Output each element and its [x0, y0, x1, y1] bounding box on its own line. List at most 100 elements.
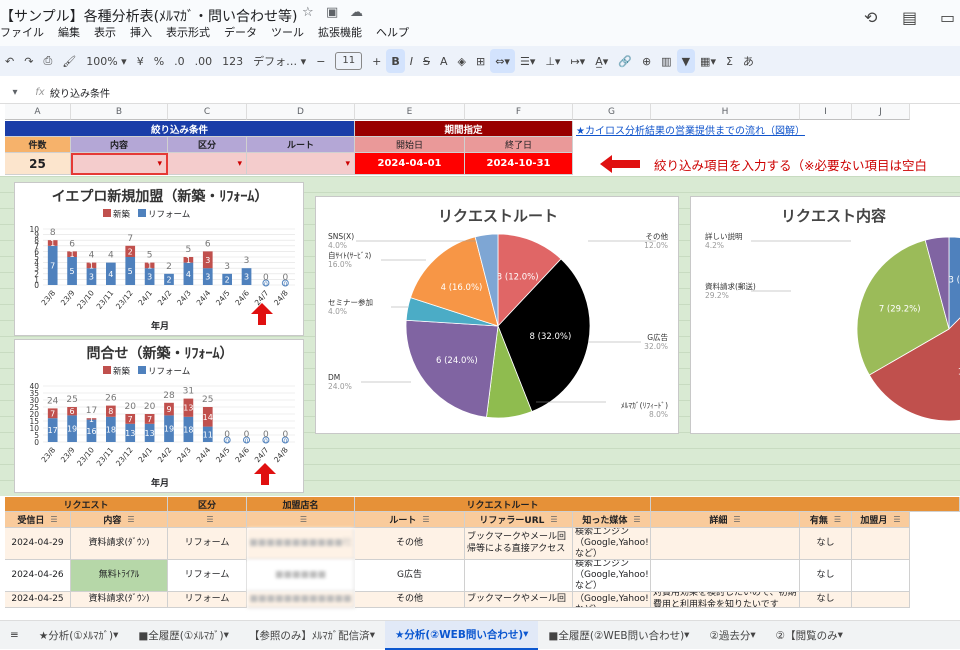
table-cell-date[interactable]: 2024-04-26 — [5, 560, 71, 592]
chevron-down-icon[interactable]: ▾ — [838, 629, 843, 641]
end-date[interactable]: 2024-10-31 — [465, 153, 573, 175]
functions-icon[interactable]: Σ — [721, 49, 738, 73]
table-cell-store[interactable]: ■■■■■■■■■■■■ — [247, 592, 355, 608]
menu-item-4[interactable]: 表示形式 — [166, 24, 210, 42]
filter-icon[interactable]: ☰ — [550, 515, 557, 524]
input-tools-icon[interactable]: あ — [738, 49, 759, 73]
table-cell-store[interactable]: ■■■■■■ — [247, 560, 355, 592]
table-cell-media[interactable]: 検索エンジン（Google,Yahoo!など） — [573, 528, 651, 560]
table-cell-detail[interactable] — [651, 560, 800, 592]
star-icon[interactable]: ☆ — [302, 5, 314, 20]
sheet-tab-3[interactable]: ★分析(②WEB問い合わせ) ▾ — [384, 620, 539, 650]
table-cell-ref[interactable] — [465, 560, 573, 592]
menu-item-7[interactable]: 拡張機能 — [318, 24, 362, 42]
table-cell-media[interactable]: 検索エンジン（Google,Yahoo!など） — [573, 592, 651, 608]
sheet-tab-6[interactable]: ②【閲覧のみ ▾ — [766, 621, 853, 650]
chart-panel-content[interactable]: リクエスト内容 3 (12.5%)13 (54.2%)7 (29.2%)資料請求… — [690, 196, 960, 434]
chevron-down-icon[interactable]: ▾ — [370, 629, 375, 641]
column-header-D[interactable]: D — [247, 104, 355, 120]
table-cell-content[interactable]: 資料請求(ﾀﾞｳﾝ) — [71, 528, 168, 560]
column-header-B[interactable]: B — [71, 104, 168, 120]
filter-icon[interactable]: ☰ — [50, 515, 57, 524]
table-cell-ref[interactable]: ブックマークやメール回 — [465, 592, 573, 608]
comments-icon[interactable]: ▤ — [902, 8, 917, 27]
table-col-header[interactable]: ルート ☰ — [355, 512, 465, 528]
filter-icon[interactable]: ▼ — [676, 49, 696, 73]
font-size-field[interactable]: 11 — [330, 49, 367, 73]
table-cell-has[interactable]: なし — [800, 560, 852, 592]
table-col-header[interactable]: リファラーURL ☰ — [465, 512, 573, 528]
table-cell-cat[interactable]: リフォーム — [168, 592, 247, 608]
italic-button[interactable]: I — [405, 49, 418, 73]
table-col-header[interactable]: ☰ — [168, 512, 247, 528]
menu-item-8[interactable]: ヘルプ — [376, 24, 409, 42]
table-cell-content[interactable]: 資料請求(ﾀﾞｳﾝ) — [71, 592, 168, 608]
formula-content[interactable]: 絞り込み条件 — [50, 85, 110, 100]
table-cell-route[interactable]: G広告 — [355, 560, 465, 592]
sheet-tab-5[interactable]: ②過去分 ▾ — [699, 621, 765, 650]
menu-item-1[interactable]: 編集 — [58, 24, 80, 42]
percent-button[interactable]: % — [149, 49, 169, 73]
filter-views-icon[interactable]: ▦▾ — [695, 49, 721, 73]
rotate-icon[interactable]: A̲▾ — [590, 49, 613, 73]
text-color-button[interactable]: A — [435, 49, 453, 73]
table-cell-detail[interactable] — [651, 528, 800, 560]
table-cell-cat[interactable]: リフォーム — [168, 528, 247, 560]
chevron-down-icon[interactable]: ▾ — [523, 628, 528, 640]
chart-panel-route[interactable]: リクエストルート 3 (12.0%) 8 (32.0%) 6 (24.0%) 4 (1… — [315, 196, 679, 434]
meet-icon[interactable]: ▭ — [940, 8, 955, 27]
table-cell-store[interactable]: ■■■■■■■■■■■社 — [247, 528, 355, 560]
name-box[interactable]: ▾ — [0, 87, 30, 98]
sheet-tab-0[interactable]: ★分析(①ﾒﾙﾏｶﾞ) ▾ — [29, 621, 129, 650]
content-dropdown[interactable]: ▾ — [71, 153, 168, 175]
table-cell-detail[interactable]: 対費用効果を検討したいので、初期費用と利用料金を知りたいです — [651, 592, 800, 608]
filter-icon[interactable]: ☰ — [733, 515, 740, 524]
table-cell-cat[interactable]: リフォーム — [168, 560, 247, 592]
wrap-icon[interactable]: ↦▾ — [565, 49, 590, 73]
valign-icon[interactable]: ⊥▾ — [540, 49, 565, 73]
filter-icon[interactable]: ☰ — [834, 515, 841, 524]
column-header-G[interactable]: G — [573, 104, 651, 120]
menu-item-0[interactable]: ファイル — [0, 24, 44, 42]
start-date[interactable]: 2024-04-01 — [355, 153, 465, 175]
menu-item-3[interactable]: 挿入 — [130, 24, 152, 42]
table-cell-has[interactable]: なし — [800, 592, 852, 608]
filter-icon[interactable]: ☰ — [893, 515, 900, 524]
column-header-H[interactable]: H — [651, 104, 800, 120]
sheet-tab-2[interactable]: 【参照のみ】ﾒﾙﾏｶﾞ配信済 ▾ — [239, 621, 385, 650]
doc-title[interactable]: 【サンプル】各種分析表(ﾒﾙﾏｶﾞ・問い合わせ等) — [0, 6, 298, 26]
table-col-header[interactable]: 内容 ☰ — [71, 512, 168, 528]
increase-decimal-button[interactable]: .00 — [190, 49, 218, 73]
table-col-header[interactable]: 有無 ☰ — [800, 512, 852, 528]
currency-button[interactable]: ¥ — [132, 49, 149, 73]
strikethrough-button[interactable]: S — [418, 49, 435, 73]
column-header-E[interactable]: E — [355, 104, 465, 120]
column-header-J[interactable]: J — [852, 104, 910, 120]
cloud-status-icon[interactable]: ☁ — [350, 5, 363, 20]
column-header-F[interactable]: F — [465, 104, 573, 120]
table-cell-date[interactable]: 2024-04-29 — [5, 528, 71, 560]
menu-item-5[interactable]: データ — [224, 24, 257, 42]
chart-icon[interactable]: ▥ — [656, 49, 676, 73]
flow-link[interactable]: ★カイロス分析結果の営業提供までの流れ（図解） — [576, 122, 805, 137]
table-col-header[interactable]: 受信日 ☰ — [5, 512, 71, 528]
move-folder-icon[interactable]: ▣ — [326, 5, 338, 20]
table-col-header[interactable]: 知った媒体 ☰ — [573, 512, 651, 528]
fill-color-icon[interactable]: ◈ — [453, 49, 471, 73]
table-cell-content[interactable]: 無料ﾄﾗｲｱﾙ — [71, 560, 168, 592]
chevron-down-icon[interactable]: ▾ — [684, 629, 689, 641]
filter-icon[interactable]: ☰ — [206, 515, 213, 524]
decrease-decimal-button[interactable]: .0 — [169, 49, 190, 73]
table-col-header[interactable]: 詳細 ☰ — [651, 512, 800, 528]
merge-cells-icon[interactable]: ⇔▾ — [490, 49, 515, 73]
align-icon[interactable]: ☰▾ — [515, 49, 540, 73]
filter-icon[interactable]: ☰ — [633, 515, 640, 524]
chevron-down-icon[interactable]: ▾ — [113, 629, 118, 641]
table-cell-has[interactable]: なし — [800, 528, 852, 560]
filter-icon[interactable]: ☰ — [300, 515, 307, 524]
filter-icon[interactable]: ☰ — [422, 515, 429, 524]
font-select[interactable]: デフォ… ▾ — [248, 49, 311, 73]
table-cell-month[interactable] — [852, 560, 910, 592]
column-header-I[interactable]: I — [800, 104, 852, 120]
table-cell-ref[interactable]: ブックマークやメール回帰等による直接アクセス — [465, 528, 573, 560]
